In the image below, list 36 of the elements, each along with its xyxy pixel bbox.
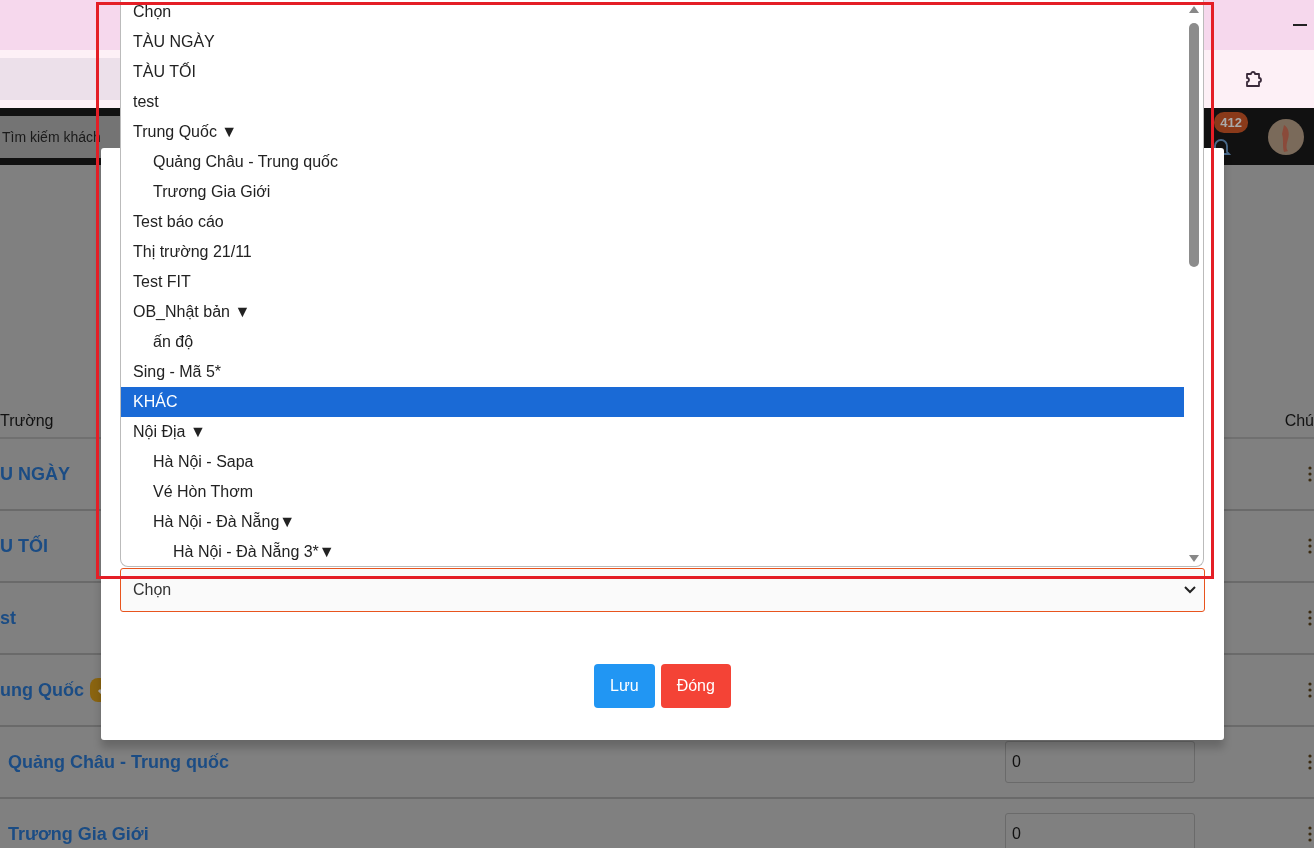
dropdown-option[interactable]: Sing - Mã 5* — [121, 357, 1184, 387]
dropdown-option[interactable]: Hà Nội - Sapa — [121, 447, 1184, 477]
dropdown-option[interactable]: Test FIT — [121, 267, 1184, 297]
kebab-icon[interactable] — [1308, 682, 1312, 698]
dropdown-option[interactable]: Trương Gia Giới — [121, 177, 1184, 207]
dropdown-option[interactable]: KHÁC — [121, 387, 1184, 417]
dropdown-option[interactable]: Vé Hòn Thơm — [121, 477, 1184, 507]
scrollbar-thumb[interactable] — [1188, 23, 1199, 267]
dropdown-option[interactable]: OB_Nhật bản ▼ — [121, 297, 1184, 327]
dropdown-option[interactable]: Test báo cáo — [121, 207, 1184, 237]
dropdown-option[interactable]: Hà Nội - Đà Nẵng 3*▼ — [121, 537, 1184, 566]
kebab-icon[interactable] — [1308, 826, 1312, 842]
notification-badge: 412 — [1214, 112, 1248, 133]
column-header: Chú — [1284, 412, 1314, 430]
dropdown-option[interactable]: Chọn — [121, 0, 1184, 27]
column-header: Trường — [0, 412, 54, 430]
dialog-button[interactable]: Đóng — [660, 664, 731, 708]
scroll-down-icon[interactable] — [1188, 555, 1199, 562]
dropdown-option[interactable]: Hà Nội - Đà Nẵng▼ — [121, 507, 1184, 537]
dropdown-option[interactable]: Nội Địa ▼ — [121, 417, 1184, 447]
avatar-icon[interactable] — [1268, 118, 1304, 155]
dropdown-option[interactable]: Thị trường 21/11 — [121, 237, 1184, 267]
kebab-icon[interactable] — [1308, 538, 1312, 554]
kebab-icon[interactable] — [1308, 466, 1312, 482]
number-field[interactable]: 0 — [1005, 741, 1195, 783]
select-field[interactable]: Chọn — [120, 568, 1205, 612]
dropdown-option[interactable]: TÀU TỐI — [121, 57, 1184, 87]
kebab-icon[interactable] — [1308, 610, 1312, 626]
chevron-down-icon — [1184, 586, 1196, 594]
puzzle-icon[interactable] — [1244, 69, 1264, 89]
scroll-up-icon[interactable] — [1188, 6, 1199, 13]
dropdown-option[interactable]: ấn độ — [121, 327, 1184, 357]
dropdown-option[interactable]: test — [121, 87, 1184, 117]
dropdown-option[interactable]: TÀU NGÀY — [121, 27, 1184, 57]
number-field[interactable]: 0 — [1005, 813, 1195, 848]
kebab-icon[interactable] — [1308, 754, 1312, 770]
